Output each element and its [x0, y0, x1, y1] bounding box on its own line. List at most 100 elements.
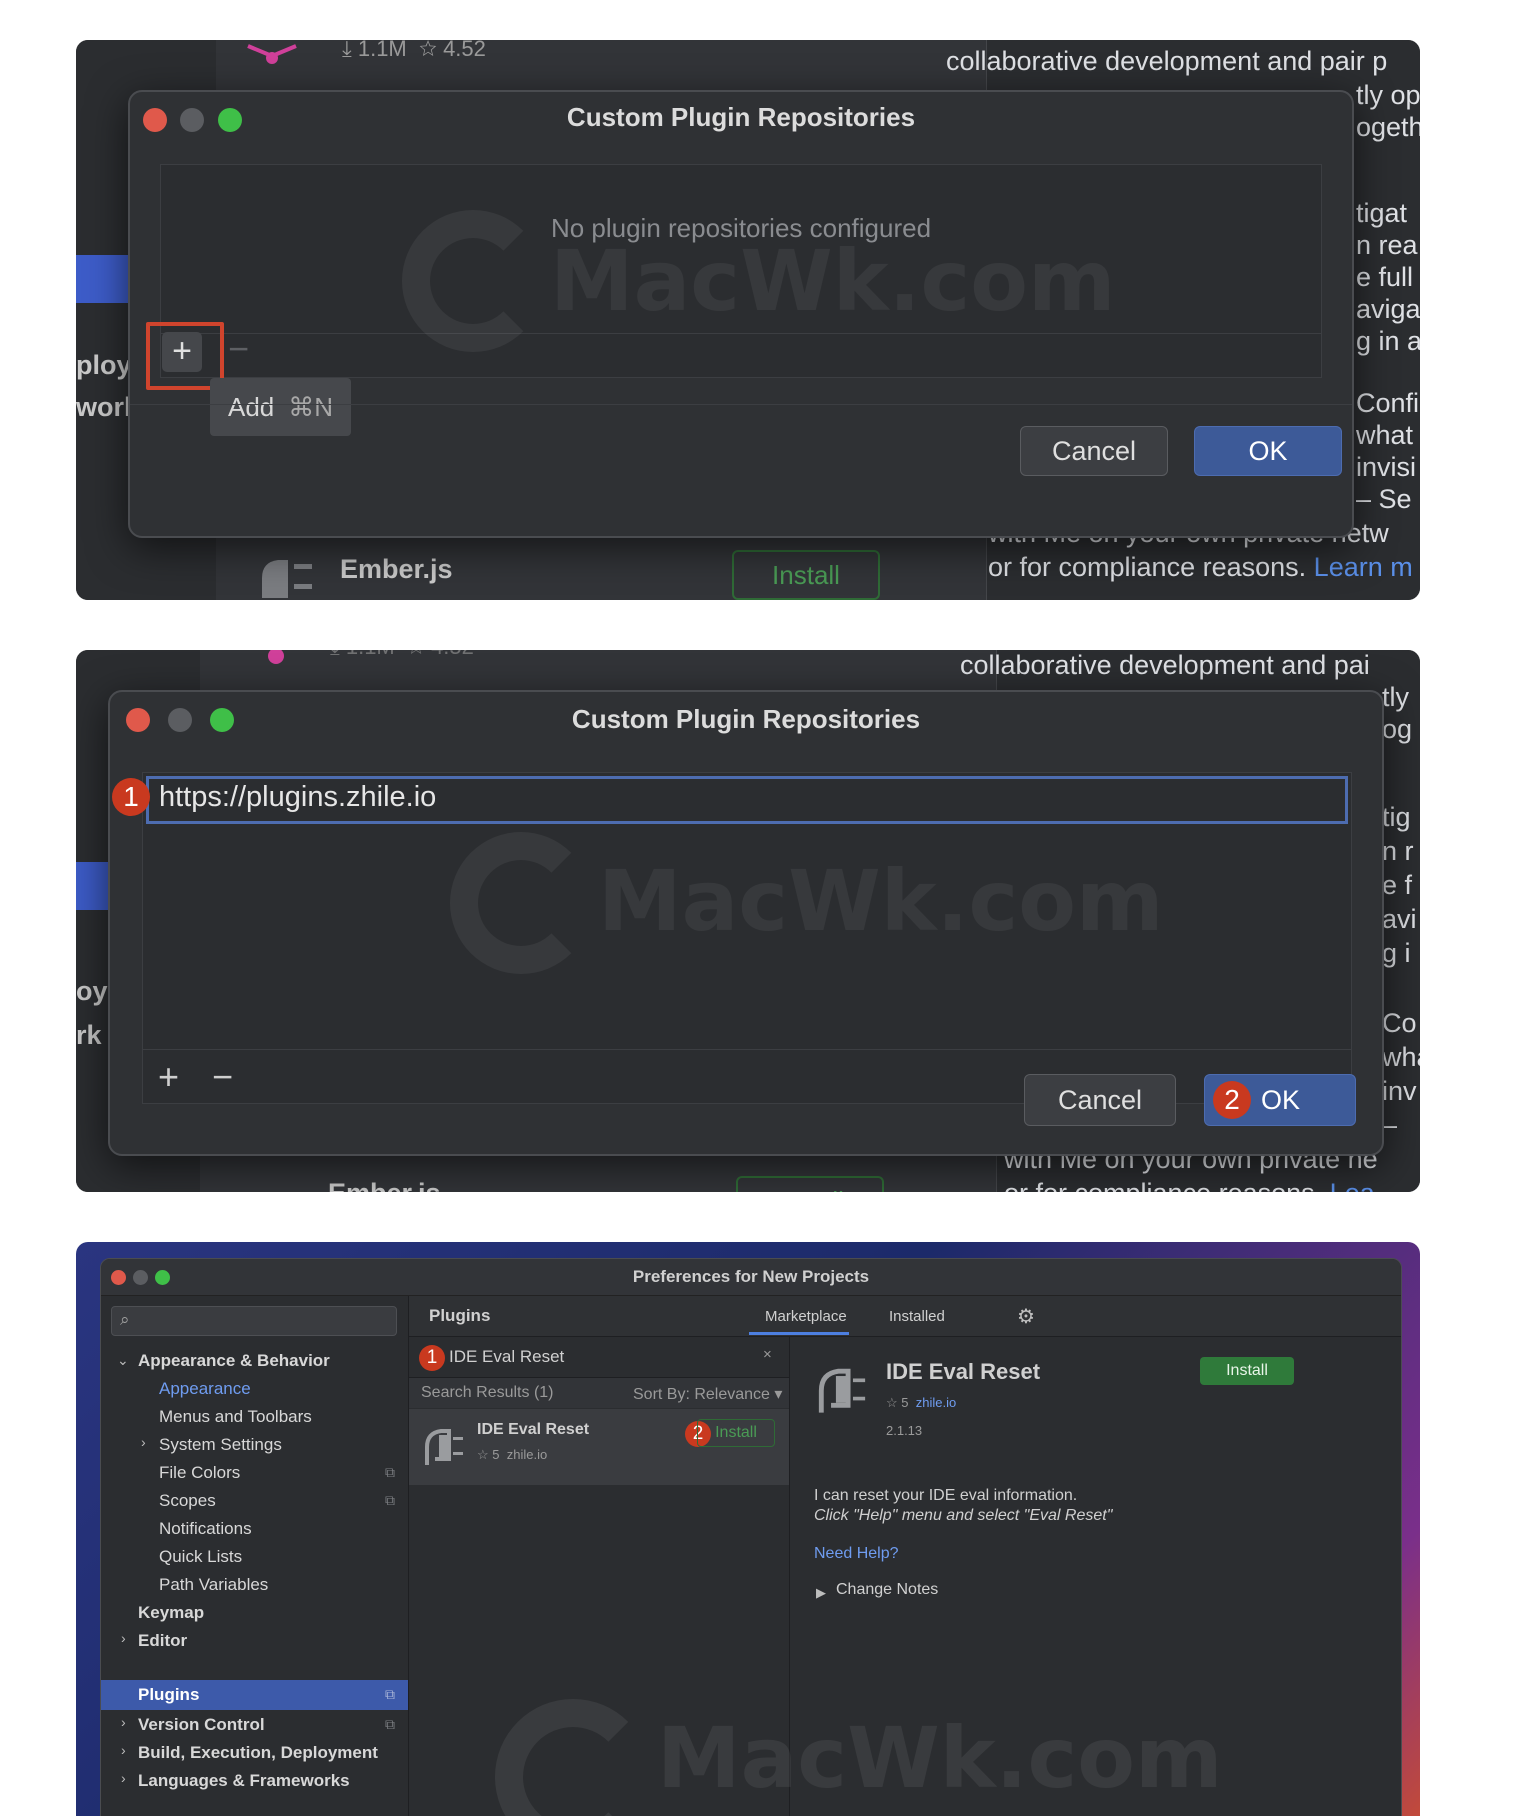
custom-plugin-repositories-dialog: Custom Plugin Repositories No plugin rep…: [128, 90, 1354, 538]
watermark-logo-icon: [450, 832, 592, 974]
plugin-instruction: Click "Help" menu and select "Eval Reset…: [814, 1507, 1113, 1524]
step-badge: 1: [419, 1345, 445, 1371]
sidebar-item-keymap[interactable]: Keymap: [138, 1598, 204, 1628]
bg-selected-item: [76, 255, 128, 303]
install-button[interactable]: Install: [1200, 1357, 1294, 1385]
bg-desc-line: wha: [1382, 1042, 1420, 1072]
bg-desc-line: Co: [1382, 1008, 1417, 1038]
learn-more-link[interactable]: Lea: [1330, 1178, 1375, 1192]
bg-desc-line: avigat: [1356, 294, 1420, 324]
sidebar-item-system-settings[interactable]: System Settings: [159, 1430, 282, 1460]
plugin-result-row[interactable]: IDE Eval Reset ☆ 5 zhile.io 2 Install: [409, 1409, 789, 1485]
bg-download-count: ⤓ 1.1M ☆ 4.52: [330, 650, 474, 660]
bg-desc-line: Confi: [1356, 388, 1420, 418]
add-repository-button[interactable]: +: [158, 1056, 179, 1098]
bg-download-count: ⤓ 1.1M ☆ 4.52: [342, 40, 486, 61]
chevron-right-icon[interactable]: ›: [121, 1742, 126, 1758]
sidebar-item-file-colors[interactable]: File Colors: [159, 1458, 240, 1488]
bg-desc-line: invisi: [1356, 452, 1417, 482]
sidebar-item-menus-toolbars[interactable]: Menus and Toolbars: [159, 1402, 312, 1432]
bg-desc-line: g i: [1382, 938, 1411, 968]
bg-desc-line: or for compliance reasons. Learn m: [988, 552, 1413, 582]
list-toolbar-divider: [143, 1049, 1351, 1050]
sidebar-item-appearance[interactable]: Appearance: [159, 1374, 251, 1404]
tab-marketplace[interactable]: Marketplace: [765, 1308, 847, 1325]
remove-repository-button[interactable]: −: [212, 1056, 233, 1098]
bg-desc-line: or for compliance reasons. Lea: [1004, 1178, 1375, 1192]
change-notes-toggle[interactable]: Change Notes: [836, 1581, 938, 1599]
bg-desc-line: avi: [1382, 904, 1417, 934]
plugin-rating: ☆ 5 zhile.io: [477, 1447, 548, 1462]
bg-plugin-name: Ember.js: [328, 1178, 441, 1192]
bg-desc-line: e f: [1382, 870, 1413, 900]
sidebar-item-plugins[interactable]: Plugins: [138, 1680, 199, 1710]
bg-install-button[interactable]: Install: [736, 1176, 884, 1192]
sidebar-item-version-control[interactable]: Version Control: [138, 1710, 265, 1740]
bg-plugin-name: Ember.js: [340, 554, 453, 584]
cancel-button[interactable]: Cancel: [1024, 1074, 1176, 1126]
gear-icon[interactable]: ⚙: [1017, 1304, 1035, 1329]
sidebar-item-path-variables[interactable]: Path Variables: [159, 1570, 268, 1600]
remove-repository-button[interactable]: −: [228, 328, 249, 370]
cancel-button[interactable]: Cancel: [1020, 426, 1168, 476]
bg-desc-line: collaborative development and pair p: [946, 46, 1388, 76]
ok-button[interactable]: 2 OK: [1204, 1074, 1356, 1126]
dialog-title: Custom Plugin Repositories: [566, 102, 916, 132]
list-toolbar-divider: [161, 333, 1321, 334]
sidebar-item-notifications[interactable]: Notifications: [159, 1514, 252, 1544]
vendor-link[interactable]: zhile.io: [916, 1395, 956, 1410]
sort-dropdown[interactable]: Sort By: Relevance ▾: [633, 1384, 782, 1404]
step-badge: 2: [1213, 1081, 1251, 1119]
chevron-down-icon[interactable]: ⌄: [117, 1352, 129, 1369]
bg-left-text: ploy: [76, 350, 132, 380]
sidebar-item-quick-lists[interactable]: Quick Lists: [159, 1542, 242, 1572]
caret-down-icon: ▾: [774, 1386, 783, 1403]
sidebar-item-scopes[interactable]: Scopes: [159, 1486, 216, 1516]
plugin-version: 2.1.13: [886, 1423, 923, 1438]
chevron-right-icon[interactable]: ›: [121, 1770, 126, 1786]
bg-desc-line: ogeth: [1356, 112, 1420, 142]
ok-button[interactable]: OK: [1194, 426, 1342, 476]
settings-sidebar: ⌕ ⌄ Appearance & Behavior Appearance Men…: [101, 1296, 409, 1816]
sidebar-item-editor[interactable]: Editor: [138, 1626, 187, 1656]
ok-button-label: OK: [1261, 1085, 1301, 1115]
plugin-detail-rating: ☆ 5 zhile.io: [886, 1395, 957, 1410]
need-help-link[interactable]: Need Help?: [814, 1545, 899, 1563]
settings-search-input[interactable]: ⌕: [111, 1306, 397, 1336]
expand-triangle-icon[interactable]: ▶: [816, 1585, 826, 1601]
plugin-description: I can reset your IDE eval information.: [814, 1487, 1078, 1504]
add-repository-button[interactable]: +: [162, 332, 202, 372]
sidebar-item-appearance-behavior[interactable]: Appearance & Behavior: [138, 1346, 330, 1376]
plugins-header: Plugins: [429, 1306, 491, 1325]
chevron-right-icon[interactable]: ›: [141, 1434, 146, 1450]
marketplace-search-field[interactable]: 1 IDE Eval Reset ×: [409, 1337, 789, 1378]
window-title: Preferences for New Projects: [632, 1267, 870, 1286]
tab-installed[interactable]: Installed: [889, 1308, 945, 1325]
bg-desc-line: collaborative development and pai: [960, 650, 1370, 680]
sidebar-item-build-execution-deployment[interactable]: Build, Execution, Deployment: [138, 1738, 378, 1768]
plugin-plug-icon: [818, 1368, 866, 1413]
bg-desc-line: what i: [1356, 420, 1420, 450]
dialog-title: Custom Plugin Repositories: [571, 704, 921, 734]
chevron-right-icon[interactable]: ›: [121, 1714, 126, 1730]
bg-desc-line: tly op: [1356, 80, 1420, 110]
results-count: Search Results (1): [421, 1384, 554, 1401]
plugin-logo-icon: [268, 650, 284, 664]
chevron-right-icon[interactable]: ›: [121, 1630, 126, 1646]
step-badge: 1: [112, 778, 150, 816]
custom-plugin-repositories-dialog: Custom Plugin Repositories https://plugi…: [108, 690, 1384, 1156]
plugin-logo-icon: [247, 44, 297, 64]
plugin-detail-name: IDE Eval Reset: [886, 1359, 1041, 1384]
sidebar-item-languages-frameworks[interactable]: Languages & Frameworks: [138, 1766, 350, 1796]
screenshot-step-add: ⤓ 1.1M ☆ 4.52 ploy work collaborative de…: [76, 40, 1420, 600]
install-button[interactable]: Install: [697, 1419, 775, 1447]
bg-install-button[interactable]: Install: [732, 550, 880, 600]
search-query-text: IDE Eval Reset: [449, 1347, 565, 1366]
repository-url-field[interactable]: https://plugins.zhile.io: [146, 776, 1348, 824]
clear-search-icon[interactable]: ×: [763, 1346, 772, 1363]
plugin-name: IDE Eval Reset: [477, 1421, 590, 1438]
bg-desc-line: – Se: [1356, 484, 1412, 514]
bg-desc-line: e full: [1356, 262, 1414, 292]
watermark: MacWk.com: [550, 232, 1116, 330]
learn-more-link[interactable]: Learn m: [1314, 552, 1413, 582]
